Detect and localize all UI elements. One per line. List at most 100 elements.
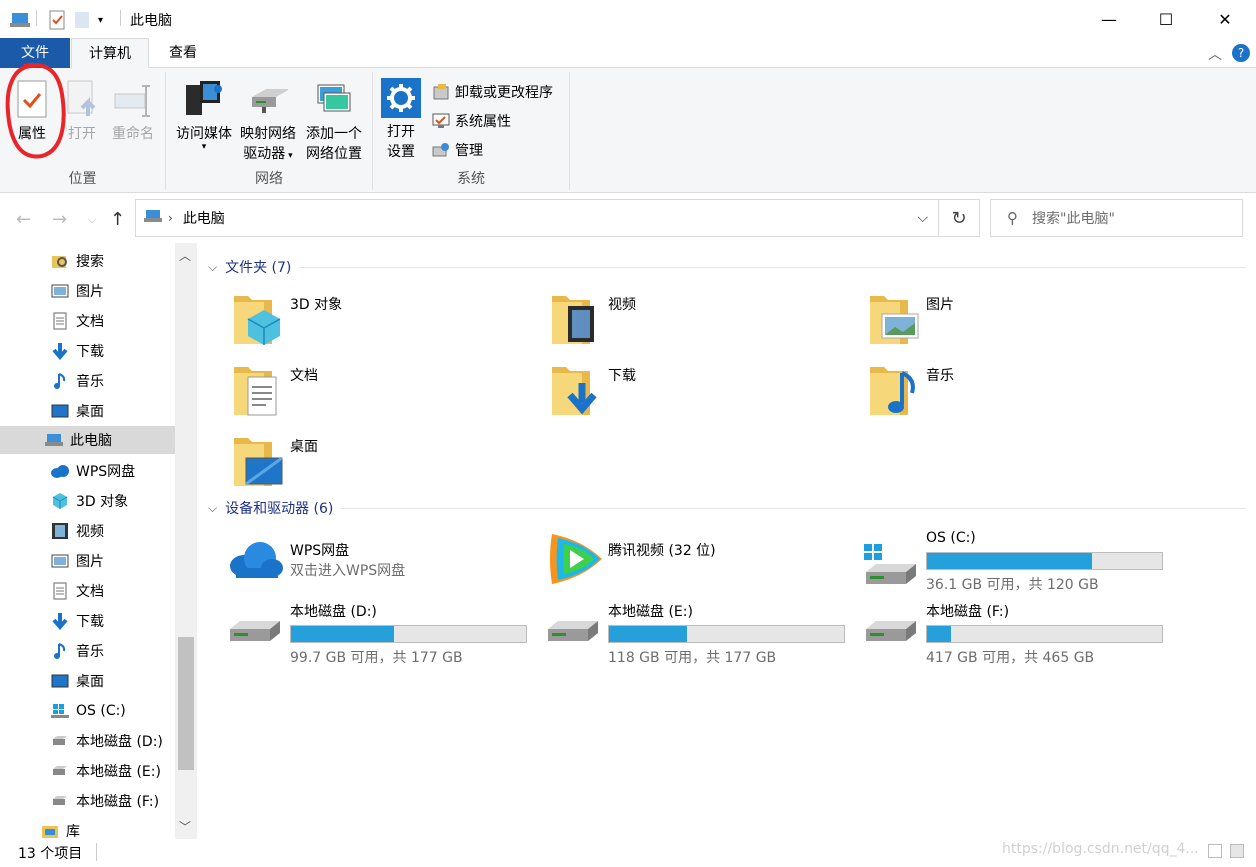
back-icon[interactable]: ←: [16, 209, 31, 230]
scroll-up-icon[interactable]: ︿: [179, 247, 191, 264]
sidebar-item-desktop[interactable]: 桌面: [50, 397, 104, 425]
sidebar-item-drive-d[interactable]: 本地磁盘 (D:): [50, 727, 163, 755]
network-group-label: 网络: [255, 171, 283, 187]
open-button[interactable]: 打开: [62, 78, 102, 144]
folder-label: 3D 对象: [290, 297, 343, 313]
navigation-pane: 搜索 图片 文档 下载 音乐 桌面 此电脑 WPS网盘 3D 对象 视频 图片: [0, 243, 197, 839]
drive-usage-bar: [926, 625, 1163, 643]
sidebar-item-label: 本地磁盘 (D:): [76, 734, 163, 750]
folder-music[interactable]: 音乐: [868, 363, 1168, 429]
sidebar-item-this-pc[interactable]: 此电脑: [0, 426, 175, 454]
drive-usage-bar: [290, 625, 527, 643]
maximize-button[interactable]: ☐: [1137, 0, 1195, 38]
map-network-drive-button[interactable]: 映射网络 驱动器 ▾: [236, 78, 300, 166]
drive-usage-fill: [927, 553, 1092, 569]
tab-computer[interactable]: 计算机: [71, 38, 149, 69]
sidebar-item-label: 桌面: [76, 404, 104, 420]
help-icon[interactable]: ?: [1232, 44, 1250, 62]
folder-label: 桌面: [290, 439, 318, 455]
hard-drive-icon: [548, 621, 598, 641]
open-settings-label-line1: 打开: [387, 124, 415, 140]
sidebar-item-downloads-2[interactable]: 下载: [50, 607, 104, 635]
large-icons-view-icon[interactable]: [1230, 844, 1244, 858]
pictures-icon: [50, 552, 70, 570]
tab-view[interactable]: 查看: [150, 38, 216, 68]
system-properties-button[interactable]: 系统属性: [431, 109, 511, 133]
add-network-label-line2: 网络位置: [306, 146, 362, 162]
customize-quick-access-icon[interactable]: ▾: [98, 10, 103, 30]
folder-label: 文档: [290, 368, 318, 384]
sidebar-item-drive-f[interactable]: 本地磁盘 (F:): [50, 787, 159, 815]
minimize-button[interactable]: —: [1080, 0, 1138, 38]
drive-space-info: 118 GB 可用，共 177 GB: [608, 650, 777, 666]
network-drive-icon: [248, 78, 288, 120]
sidebar-item-label: 本地磁盘 (F:): [76, 794, 160, 810]
drive-space-info: 417 GB 可用，共 465 GB: [926, 650, 1095, 666]
desktop-icon: [50, 672, 70, 690]
sidebar-item-drive-c[interactable]: OS (C:): [50, 697, 126, 725]
access-media-label: 访问媒体: [176, 126, 232, 142]
downloads-icon: [50, 612, 70, 630]
address-dropdown-icon[interactable]: ⌵: [917, 210, 928, 226]
sidebar-item-documents-2[interactable]: 文档: [50, 577, 104, 605]
manage-button[interactable]: 管理: [431, 138, 483, 162]
sidebar-scroll-thumb[interactable]: [178, 637, 194, 770]
map-network-label-line1: 映射网络: [240, 126, 296, 142]
folder-3d-objects[interactable]: 3D 对象: [232, 292, 532, 358]
device-tencent-video[interactable]: 腾讯视频 (32 位): [546, 530, 846, 590]
sidebar-item-search[interactable]: 搜索: [50, 247, 104, 275]
sidebar-item-3d-objects[interactable]: 3D 对象: [50, 487, 128, 515]
recent-locations-icon[interactable]: ⌵: [88, 213, 96, 227]
sidebar-item-libraries[interactable]: 库: [40, 817, 80, 839]
watermark-text: https://blog.csdn.net/qq_4...: [1002, 841, 1199, 857]
pictures-folder-icon: [870, 296, 919, 344]
properties-quick-icon[interactable]: [48, 10, 66, 30]
scroll-down-icon[interactable]: ﹀: [179, 818, 191, 835]
add-network-location-button[interactable]: 添加一个 网络位置: [300, 78, 368, 164]
device-drive-f[interactable]: 本地磁盘 (F:) 417 GB 可用，共 465 GB: [864, 601, 1164, 666]
up-icon[interactable]: ↑: [110, 209, 125, 230]
search-placeholder: 搜索"此电脑": [1032, 211, 1115, 227]
device-wps-drive[interactable]: WPS网盘 双击进入WPS网盘: [228, 538, 528, 598]
folders-section-header[interactable]: ⌵ 文件夹 (7): [208, 256, 1246, 278]
details-view-icon[interactable]: [1208, 844, 1222, 858]
forward-icon[interactable]: →: [52, 209, 67, 230]
sidebar-item-documents[interactable]: 文档: [50, 307, 104, 335]
access-media-button[interactable]: 访问媒体 ▾: [170, 78, 238, 152]
sidebar-item-downloads[interactable]: 下载: [50, 337, 104, 365]
breadcrumb-this-pc[interactable]: 此电脑: [183, 208, 225, 228]
sidebar-item-desktop-2[interactable]: 桌面: [50, 667, 104, 695]
folder-label: 图片: [926, 297, 954, 313]
devices-section-header[interactable]: ⌵ 设备和驱动器 (6): [208, 497, 1246, 519]
search-box[interactable]: ⚲ 搜索"此电脑": [990, 199, 1243, 237]
folder-documents[interactable]: 文档: [232, 363, 532, 429]
folder-downloads[interactable]: 下载: [550, 363, 850, 429]
device-drive-c[interactable]: OS (C:) 36.1 GB 可用，共 120 GB: [864, 528, 1164, 593]
collapse-ribbon-icon[interactable]: ︿: [1208, 44, 1222, 64]
documents-icon: [50, 312, 70, 330]
folder-videos[interactable]: 视频: [550, 292, 850, 358]
uninstall-programs-button[interactable]: 卸载或更改程序: [431, 80, 553, 104]
breadcrumb-chevron-icon: ›: [168, 211, 173, 225]
drive-usage-bar: [608, 625, 845, 643]
refresh-button[interactable]: ↻: [938, 199, 980, 237]
sidebar-item-music-2[interactable]: 音乐: [50, 637, 104, 665]
sidebar-item-music[interactable]: 音乐: [50, 367, 104, 395]
device-drive-e[interactable]: 本地磁盘 (E:) 118 GB 可用，共 177 GB: [546, 601, 846, 666]
device-drive-d[interactable]: 本地磁盘 (D:) 99.7 GB 可用，共 177 GB: [228, 601, 528, 666]
sidebar-item-pictures-2[interactable]: 图片: [50, 547, 104, 575]
sidebar-item-videos[interactable]: 视频: [50, 517, 104, 545]
sidebar-item-wps-drive[interactable]: WPS网盘: [50, 457, 135, 485]
open-settings-button[interactable]: 打开 设置: [379, 78, 423, 162]
open-label: 打开: [68, 126, 96, 142]
videos-icon: [50, 522, 70, 540]
folder-pictures[interactable]: 图片: [868, 292, 1168, 358]
folder-label: 音乐: [926, 368, 954, 384]
address-bar[interactable]: › 此电脑 ⌵: [135, 199, 939, 237]
sidebar-item-pictures[interactable]: 图片: [50, 277, 104, 305]
close-button[interactable]: ✕: [1196, 0, 1254, 38]
new-folder-quick-icon[interactable]: [74, 10, 90, 30]
folder-desktop[interactable]: 桌面: [232, 434, 532, 500]
rename-button[interactable]: 重命名: [106, 78, 160, 144]
sidebar-item-drive-e[interactable]: 本地磁盘 (E:): [50, 757, 161, 785]
